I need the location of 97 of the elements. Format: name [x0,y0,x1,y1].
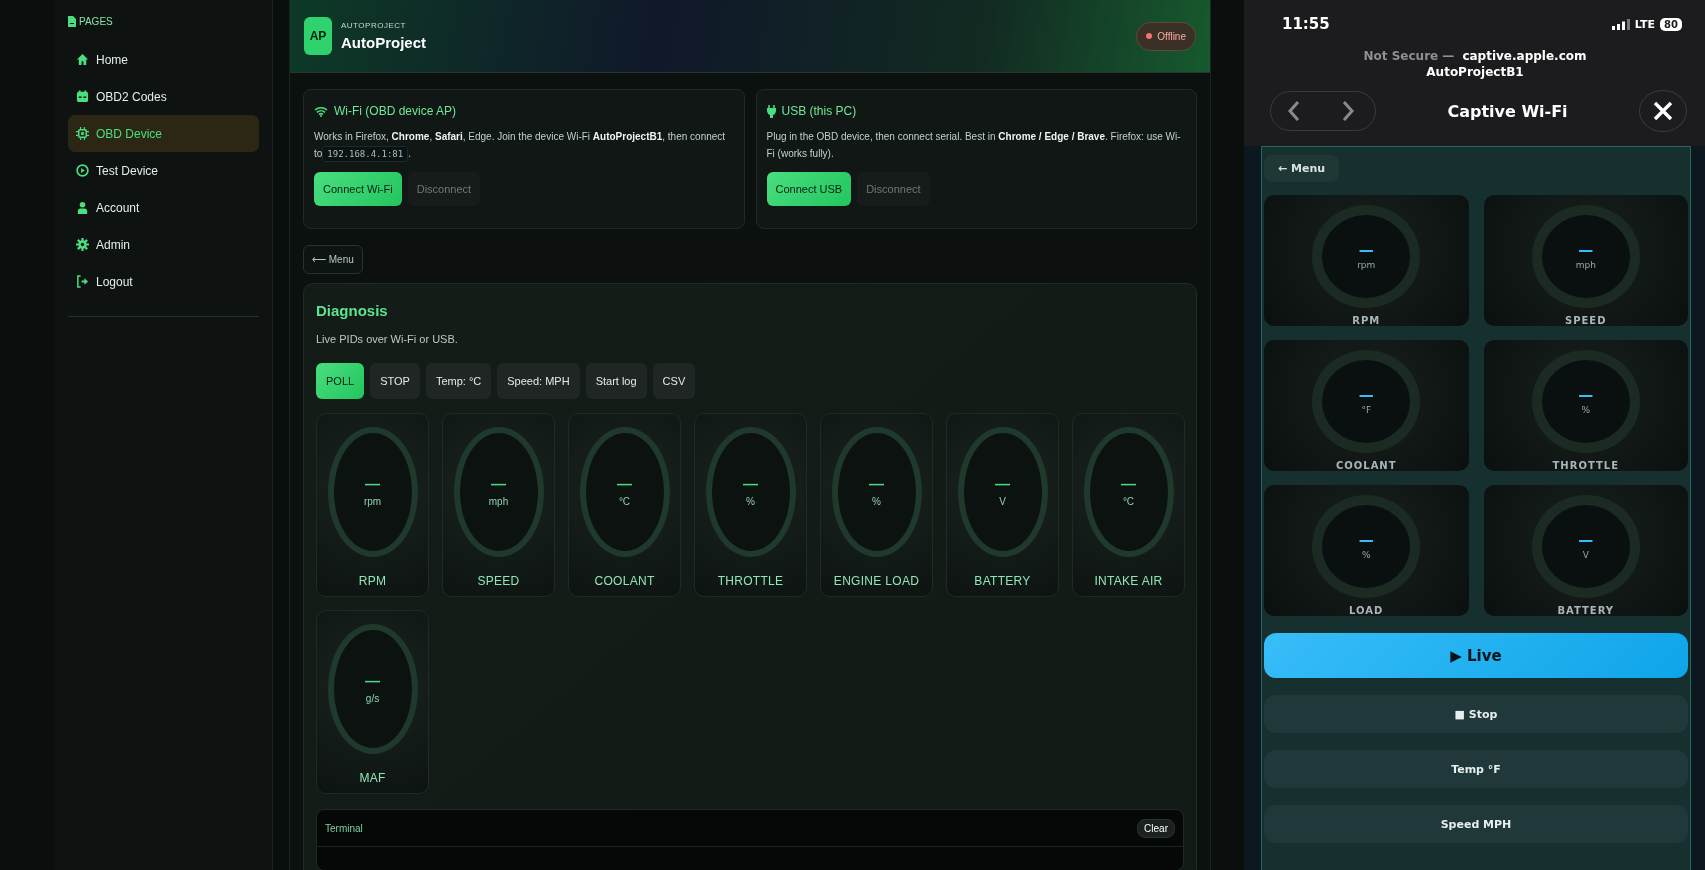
app-logo: AP [304,17,332,55]
gauge-unit: mph [488,496,509,507]
clock-time: 11:55 [1282,15,1330,33]
card-title: Wi-Fi (OBD device AP) [334,104,456,118]
gauge-value: — [1578,533,1594,546]
gauge-label: THROTTLE [717,574,784,588]
gauge-label: INTAKE AIR [1094,574,1163,588]
gauge-unit: % [1361,549,1371,560]
gauge-unit: % [746,496,755,507]
gauge-unit: °C [1122,496,1135,507]
card-description: Plug in the OBD device, then connect serial. Best in Chrome / Edge / Brave. Firefox: use Wi-Fi (works fully). [766,130,1182,161]
security-label: Not Secure — [1363,49,1455,63]
battery-level: 80 [1660,17,1682,31]
network-type: LTE [1634,17,1656,31]
gear-icon [76,238,89,251]
gauge-value: — [869,477,884,491]
gauge-value: — [1358,533,1374,546]
app-eyebrow: AUTOPROJECT [341,21,407,30]
gauge-value: — [1578,243,1594,256]
gauge-unit: % [872,496,881,507]
gauge-unit: °F [1361,404,1372,415]
gauge-label: SPEED [477,574,520,588]
gauge-value: — [365,674,380,688]
home-icon [76,53,89,66]
gauge-value: — [491,477,506,491]
gauge-unit: °C [618,496,631,507]
gauge-value: — [1358,388,1374,401]
sidebar-item[interactable]: Admin [68,226,259,263]
live-button[interactable]: ▶ Live [1264,633,1688,678]
gauge-label: ENGINE LOAD [833,574,920,588]
document-icon [68,16,76,27]
gauge-unit: g/s [365,693,380,704]
calendar-icon [76,90,89,103]
close-icon [1653,101,1673,121]
sidebar-item[interactable]: Home [68,41,259,78]
clear-button[interactable]: Clear [1137,818,1175,838]
section-title: Diagnosis [316,302,389,319]
status-text: Offline [1157,30,1186,42]
logout-icon [76,275,89,288]
gauge-unit: V [1582,549,1589,560]
card-title: USB (this PC) [781,104,857,118]
action-button[interactable]: ■ Stop [1264,695,1688,733]
terminal-title: Terminal [325,822,363,834]
sidebar-item[interactable]: OBD2 Codes [68,78,259,115]
connect-button[interactable]: Connect Wi-Fi [314,172,402,206]
gauge-label: BATTERY [974,574,1031,588]
toolbar-button[interactable]: CSV [652,363,696,399]
gauge-label: COOLANT [1335,460,1397,471]
toolbar-button[interactable]: Temp: °C [425,363,492,399]
gauge-unit: mph [1575,259,1596,270]
play-circle-icon [76,164,89,177]
app-title: AutoProject [341,34,427,51]
gauge-label: MAF [359,771,386,785]
gauge-value: — [1358,243,1374,256]
gauge-value: — [617,477,632,491]
chip-icon [76,127,89,140]
gauge-label: RPM [1352,315,1381,326]
gauge-unit: % [1581,404,1591,415]
toolbar-button[interactable]: Start log [585,363,647,399]
disconnect-button[interactable]: Disconnect [407,172,481,206]
wifi-icon [314,105,328,117]
back-button[interactable]: ← Menu [1264,155,1340,182]
gauge-label: LOAD [1349,605,1384,616]
toolbar-button[interactable]: POLL [316,363,365,399]
gauge-unit: rpm [1357,259,1376,270]
gauge-unit: rpm [363,496,382,507]
gauge-value: — [995,477,1010,491]
action-button[interactable]: Temp °F [1264,750,1688,788]
toolbar-button[interactable]: Speed: MPH [497,363,580,399]
disconnect-button[interactable]: Disconnect [857,172,930,206]
toolbar-button[interactable]: STOP [370,363,420,399]
url-host: captive.apple.com [1462,49,1587,63]
person-icon [76,201,89,214]
network-name: AutoProjectB1 [1425,65,1525,79]
sidebar-item[interactable]: OBD Device [68,115,259,152]
section-heading: PAGES [79,16,113,27]
card-description: Works in Firefox, Chrome, Safari, Edge. Join the device Wi-Fi AutoProjectB1, then connect to 192.168.4.1:81 . [314,128,734,164]
signal-icon [1611,18,1630,30]
gauge-label: BATTERY [1557,605,1615,616]
sheet-title: Captive Wi-Fi [1447,101,1568,121]
gauge-unit: V [999,496,1006,507]
sidebar-item[interactable]: Account [68,189,259,226]
gauge-label: RPM [358,574,387,588]
gauge-label: THROTTLE [1552,460,1619,471]
gauge-value: — [365,477,380,491]
sidebar-item[interactable]: Logout [68,263,259,300]
action-button[interactable]: Speed MPH [1264,805,1688,843]
gauge-label: SPEED [1565,315,1607,326]
back-button[interactable]: ⟵ Menu [303,245,363,274]
sidebar-item[interactable]: Test Device [68,152,259,189]
gauge-label: COOLANT [594,574,655,588]
gauge-value: — [1121,477,1136,491]
section-subtitle: Live PIDs over Wi-Fi or USB. [316,333,459,345]
gauge-value: — [743,477,758,491]
plug-icon [766,104,776,118]
connect-button[interactable]: Connect USB [766,172,852,206]
gauge-value: — [1578,388,1594,401]
